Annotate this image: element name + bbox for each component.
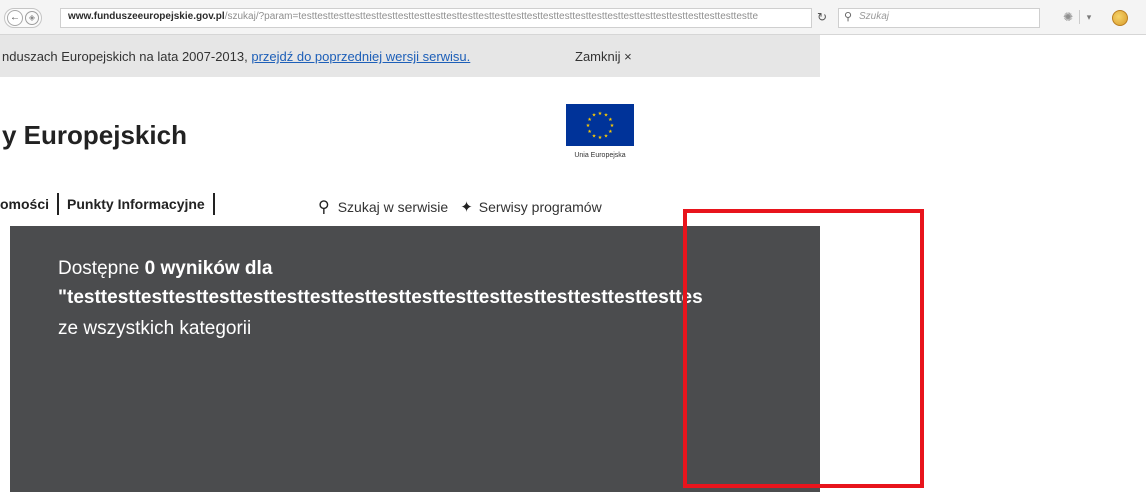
nav-tools: ⚲ Szukaj w serwisie ✦ Serwisy programów xyxy=(318,195,602,219)
results-count: 0 wyników dla xyxy=(144,258,273,279)
highlight-box xyxy=(683,209,924,488)
eu-star: ★ xyxy=(586,123,591,129)
browser-search-input[interactable]: ⚲ Szukaj xyxy=(838,8,1040,28)
reload-icon[interactable]: ↻ xyxy=(812,8,832,26)
nav-item-info-points[interactable]: Punkty Informacyjne xyxy=(67,196,205,212)
programs-link[interactable]: Serwisy programów xyxy=(479,199,602,215)
toolbar-divider xyxy=(1079,10,1080,24)
url-path: /szukaj/?param=testtesttesttesttesttestt… xyxy=(224,11,758,22)
programs-icon[interactable]: ✦ xyxy=(460,198,473,216)
eu-star: ★ xyxy=(592,113,597,119)
search-icon[interactable]: ⚲ xyxy=(318,197,330,217)
banner-close-button[interactable]: Zamknij × xyxy=(575,49,632,64)
search-icon: ⚲ xyxy=(844,11,853,23)
addon-icon[interactable] xyxy=(1112,10,1128,26)
eu-star: ★ xyxy=(608,129,613,135)
banner-message: nduszach Europejskich na lata 2007-2013,… xyxy=(2,49,470,64)
eu-flag-logo[interactable]: ★ ★ ★ ★ ★ ★ ★ ★ ★ ★ ★ ★ xyxy=(566,104,634,146)
results-summary: Dostępne 0 wyników dla xyxy=(58,258,272,280)
url-host: www.funduszeeuropejskie.gov.pl xyxy=(68,11,225,22)
site-title[interactable]: y Europejskich xyxy=(2,120,187,151)
search-placeholder: Szukaj xyxy=(859,11,890,22)
site-search-link[interactable]: Szukaj w serwisie xyxy=(338,199,448,215)
chevron-down-icon[interactable]: ▾ xyxy=(1084,10,1094,24)
nav-item-news[interactable]: omości xyxy=(0,196,49,212)
results-prefix: Dostępne xyxy=(58,258,145,279)
eu-label: Unia Europejska xyxy=(574,152,626,159)
eu-star: ★ xyxy=(592,133,597,139)
results-scope: ze wszystkich kategorii xyxy=(58,318,252,339)
back-arrow-icon[interactable]: ← xyxy=(7,10,23,26)
nav-divider xyxy=(212,193,215,215)
nav-button-group: ← ◈ xyxy=(4,8,42,28)
previous-version-link[interactable]: przejdź do poprzedniej wersji serwisu. xyxy=(251,49,470,64)
banner-text: nduszach Europejskich na lata 2007-2013, xyxy=(2,49,252,64)
globe-icon[interactable]: ◈ xyxy=(25,11,39,25)
eu-stars: ★ ★★★★★★★★★★★ xyxy=(586,111,615,141)
eu-star: ★ xyxy=(598,135,603,141)
main-nav: omości Punkty Informacyjne xyxy=(0,190,223,218)
extension-icon[interactable]: ✺ xyxy=(1060,10,1076,24)
eu-star: ★ xyxy=(604,133,609,139)
eu-star: ★ xyxy=(598,111,603,117)
results-query: "testtesttesttesttesttesttesttesttesttes… xyxy=(58,287,703,308)
info-banner: nduszach Europejskich na lata 2007-2013,… xyxy=(0,35,820,77)
address-bar[interactable]: www.funduszeeuropejskie.gov.pl/szukaj/?p… xyxy=(60,8,812,28)
eu-star: ★ xyxy=(587,129,592,135)
nav-divider xyxy=(57,193,60,215)
url-text: www.funduszeeuropejskie.gov.pl/szukaj/?p… xyxy=(68,11,788,22)
browser-toolbar: ← ◈ www.funduszeeuropejskie.gov.pl/szuka… xyxy=(0,0,1146,35)
